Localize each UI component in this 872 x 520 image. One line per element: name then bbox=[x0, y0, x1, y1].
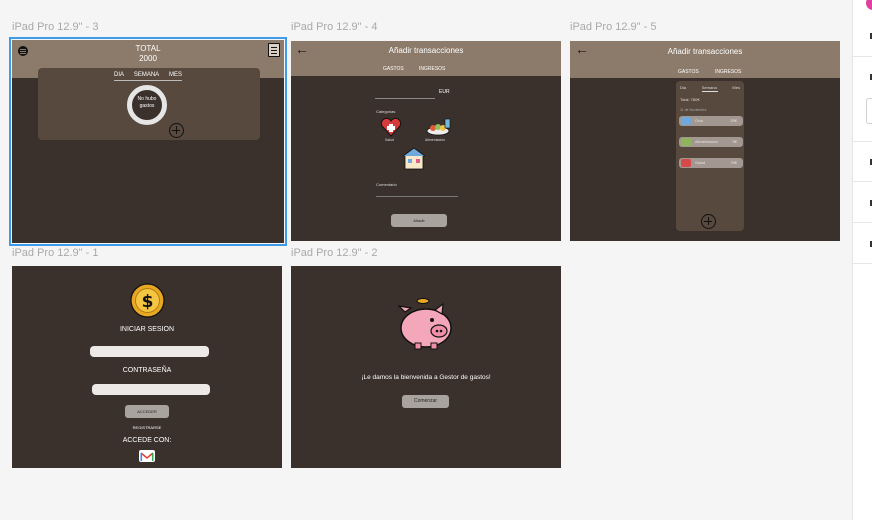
total-line: Total: 780€ bbox=[680, 97, 700, 102]
panel-divider bbox=[853, 263, 872, 264]
panel-divider bbox=[853, 222, 872, 223]
transaction-row[interactable]: Salud 75€ bbox=[679, 158, 743, 168]
row-label: Salud bbox=[695, 160, 706, 165]
username-field[interactable] bbox=[90, 346, 209, 357]
tab-gastos[interactable]: GASTOS bbox=[383, 66, 404, 72]
frame-ipad-2[interactable]: ¡Le damos la bienvenida a Gestor de gast… bbox=[291, 266, 561, 468]
access-with-label: ACCEDE CON: bbox=[122, 437, 172, 444]
currency-label: EUR bbox=[439, 89, 450, 95]
properties-panel bbox=[852, 0, 872, 520]
period-tabs: DIA SEMANA MES bbox=[114, 72, 182, 78]
leisure-icon bbox=[681, 117, 691, 125]
food-icon bbox=[681, 138, 691, 146]
frame-label[interactable]: iPad Pro 12.9" - 5 bbox=[570, 21, 656, 33]
page-title: Añadir transacciones bbox=[667, 47, 743, 56]
frame-ipad-3[interactable]: TOTAL 2000 DIA SEMANA MES No hubo gastos bbox=[9, 37, 287, 246]
user-avatar[interactable] bbox=[866, 0, 872, 10]
tab-semana[interactable]: Semana bbox=[702, 85, 717, 90]
password-label: CONTRASEÑA bbox=[122, 367, 172, 374]
frame-ipad-4[interactable]: ← Añadir transacciones GASTOS INGRESOS E… bbox=[291, 41, 561, 241]
summary-panel: DIA SEMANA MES No hubo gastos bbox=[38, 68, 260, 140]
add-icon[interactable] bbox=[169, 123, 184, 138]
heart-health-icon[interactable] bbox=[380, 117, 402, 137]
dollar-coin-icon: $ bbox=[130, 283, 165, 318]
add-button[interactable]: Añadir bbox=[391, 214, 447, 227]
panel-divider bbox=[853, 141, 872, 142]
frame-label[interactable]: iPad Pro 12.9" - 2 bbox=[291, 247, 377, 259]
row-value: 5€ bbox=[732, 139, 737, 144]
row-value: 75€ bbox=[730, 160, 737, 165]
transaction-row[interactable]: Ocio 25€ bbox=[679, 116, 743, 126]
login-title: INICIAR SESION bbox=[119, 326, 175, 333]
total-value: 2000 bbox=[139, 54, 157, 63]
frame-label[interactable]: iPad Pro 12.9" - 3 bbox=[12, 21, 98, 33]
categories-label: Categorias bbox=[376, 109, 396, 114]
transaction-row[interactable]: Alimentacion 5€ bbox=[679, 137, 743, 147]
tab-semana[interactable]: SEMANA bbox=[134, 72, 159, 78]
document-icon[interactable] bbox=[268, 43, 280, 57]
amount-underline bbox=[375, 98, 435, 99]
house-music-icon[interactable] bbox=[402, 147, 426, 171]
empty-text-1: No hubo bbox=[137, 96, 157, 102]
gmail-icon[interactable] bbox=[139, 450, 155, 462]
cat-salud-label: Salud bbox=[385, 138, 394, 142]
empty-chart-ring: No hubo gastos bbox=[127, 85, 167, 125]
design-canvas[interactable]: iPad Pro 12.9" - 3 TOTAL 2000 DIA SEMANA… bbox=[0, 0, 852, 520]
tab-mes[interactable]: MES bbox=[169, 72, 182, 78]
welcome-text: ¡Le damos la bienvenida a Gestor de gast… bbox=[361, 374, 491, 381]
header-bar: ← Añadir transacciones GASTOS INGRESOS bbox=[570, 41, 840, 78]
empty-text-2: gastos bbox=[139, 103, 155, 109]
heart-health-icon bbox=[681, 159, 691, 167]
tab-mes[interactable]: Mes bbox=[732, 85, 740, 90]
row-label: Alimentacion bbox=[695, 139, 718, 144]
page-title: Añadir transacciones bbox=[388, 46, 464, 55]
frame-ipad-5[interactable]: ← Añadir transacciones GASTOS INGRESOS D… bbox=[570, 41, 840, 241]
tab-dia[interactable]: Dia bbox=[680, 85, 686, 90]
svg-text:$: $ bbox=[142, 292, 154, 312]
access-button[interactable]: ACCEDER bbox=[125, 405, 169, 418]
frame-label[interactable]: iPad Pro 12.9" - 4 bbox=[291, 21, 377, 33]
transactions-panel: Dia Semana Mes Total: 780€ 11 de Noviemb… bbox=[676, 81, 744, 231]
tab-gastos[interactable]: GASTOS bbox=[678, 69, 699, 75]
start-button[interactable]: Comenzar bbox=[402, 395, 449, 408]
tab-dia[interactable]: DIA bbox=[114, 72, 124, 78]
active-tab-underline bbox=[702, 91, 718, 92]
register-link[interactable]: REGISTRARSE bbox=[12, 425, 282, 430]
password-field[interactable] bbox=[92, 384, 210, 395]
header-bar: ← Añadir transacciones GASTOS INGRESOS bbox=[291, 41, 561, 76]
add-icon[interactable] bbox=[701, 214, 716, 229]
piggy-bank-icon bbox=[395, 298, 457, 350]
cat-alimentacion-label: Alimentacion bbox=[425, 138, 446, 142]
row-label: Ocio bbox=[695, 118, 704, 123]
tab-ingresos[interactable]: INGRESOS bbox=[419, 66, 445, 72]
comment-label: Comentario bbox=[376, 182, 397, 187]
period-tabs: Dia Semana Mes bbox=[680, 85, 740, 90]
food-icon[interactable] bbox=[425, 117, 453, 137]
row-value: 25€ bbox=[730, 118, 737, 123]
panel-field[interactable] bbox=[866, 98, 872, 124]
tab-ingresos[interactable]: INGRESOS bbox=[715, 69, 741, 75]
tabs-underline bbox=[114, 80, 182, 81]
panel-divider bbox=[853, 181, 872, 182]
panel-divider bbox=[853, 56, 872, 57]
comment-field[interactable] bbox=[376, 196, 458, 197]
frame-label[interactable]: iPad Pro 12.9" - 1 bbox=[12, 247, 98, 259]
total-label: TOTAL bbox=[135, 44, 161, 53]
date-line: 11 de Noviembre bbox=[680, 108, 707, 112]
frame-ipad-1[interactable]: $ INICIAR SESION CONTRASEÑA ACCEDER REGI… bbox=[12, 266, 282, 468]
